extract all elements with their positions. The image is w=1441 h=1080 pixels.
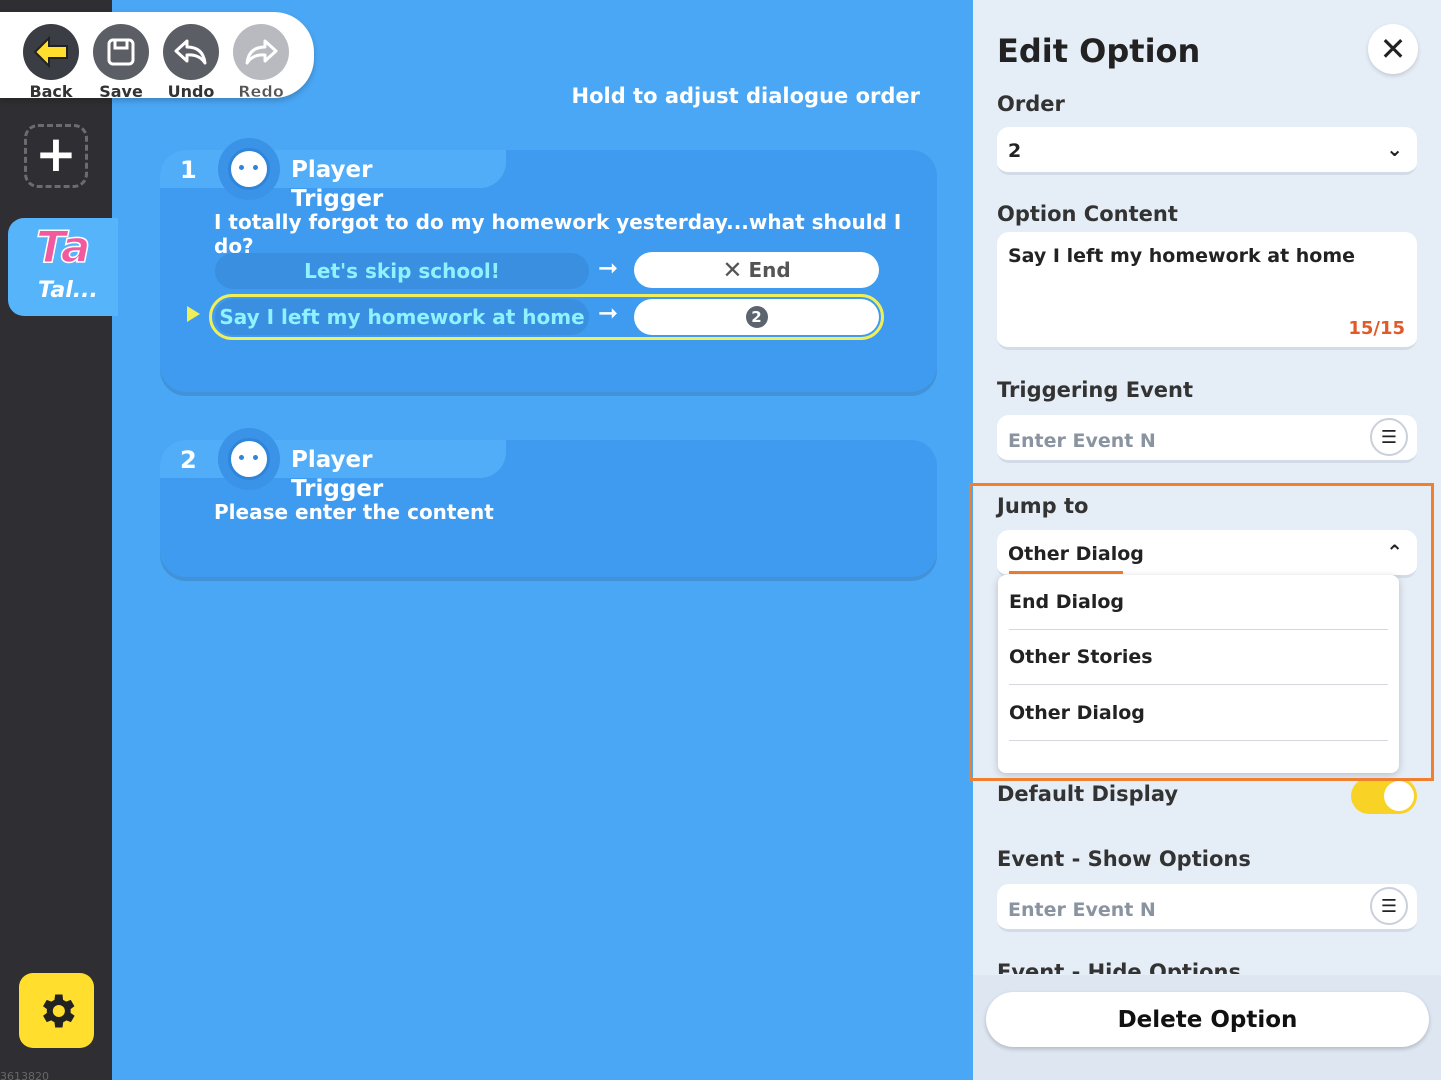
reorder-hint: Hold to adjust dialogue order xyxy=(571,84,921,108)
left-sidebar: + Ta Tal... 3613820 xyxy=(0,0,118,1080)
build-id: 3613820 xyxy=(0,1070,49,1080)
option-1-target[interactable]: ✕ End xyxy=(634,252,879,288)
option-2-target-badge: 2 xyxy=(745,306,768,328)
top-toolbar: Back Save Undo Redo xyxy=(0,12,314,101)
delete-option-label: Delete Option xyxy=(1117,1006,1298,1033)
gear-icon xyxy=(42,994,75,1027)
story-tab[interactable]: Ta Tal... xyxy=(8,218,118,316)
order-value: 2 xyxy=(1008,140,1022,162)
order-label: Order xyxy=(997,92,1065,116)
content-value: Say I left my homework at home xyxy=(1008,245,1356,267)
option-2-label: Say I left my homework at home xyxy=(219,305,585,329)
save-button[interactable]: Save xyxy=(92,24,150,101)
back-label: Back xyxy=(29,82,73,101)
dialog-speaker-block: Player Trigger xyxy=(291,446,383,504)
save-label: Save xyxy=(99,82,143,101)
dialog-speaker: Player xyxy=(291,157,373,183)
arrow-right-icon: ➞ xyxy=(598,254,619,282)
selected-marker-icon xyxy=(187,306,200,322)
default-display-toggle[interactable] xyxy=(1351,778,1417,814)
save-icon xyxy=(107,38,135,66)
undo-button[interactable]: Undo xyxy=(162,24,220,101)
show-options-placeholder: Enter Event N xyxy=(1008,899,1156,921)
option-1-target-label: End xyxy=(748,258,791,282)
dialog-speaker: Player xyxy=(291,447,373,473)
hide-options-label: Event - Hide Options xyxy=(997,960,1241,974)
list-menu-icon[interactable]: ☰ xyxy=(1370,887,1408,925)
dialog-card-1[interactable]: 1 Player Trigger I totally forgot to do … xyxy=(160,138,937,392)
trigger-label: Triggering Event xyxy=(997,378,1193,402)
content-label: Option Content xyxy=(997,202,1178,226)
dialog-card-2[interactable]: 2 Player Trigger Please enter the conten… xyxy=(160,428,937,577)
show-options-input[interactable]: Enter Event N ☰ xyxy=(997,884,1417,932)
dialog-number: 2 xyxy=(180,446,197,474)
add-dialog-button[interactable]: + xyxy=(24,124,88,188)
x-icon: ✕ xyxy=(722,256,743,284)
settings-button[interactable] xyxy=(19,973,94,1048)
dialog-number: 1 xyxy=(180,156,197,184)
delete-option-button[interactable]: Delete Option xyxy=(986,992,1429,1047)
redo-icon xyxy=(245,39,278,65)
chevron-down-icon: ⌄ xyxy=(1386,137,1403,161)
content-textarea[interactable]: Say I left my homework at home 15/15 xyxy=(997,232,1417,350)
undo-icon xyxy=(174,39,207,65)
panel-title: Edit Option xyxy=(997,32,1201,70)
plus-icon: + xyxy=(35,125,77,183)
default-display-label: Default Display xyxy=(997,782,1179,806)
dialog-text: Please enter the content xyxy=(214,500,494,524)
arrow-right-icon: ➞ xyxy=(598,299,619,327)
dialog-speaker-block: Player Trigger xyxy=(291,156,383,214)
option-2-target[interactable]: 2 xyxy=(634,299,879,335)
close-icon: ✕ xyxy=(1379,30,1407,68)
option-1[interactable]: Let's skip school! xyxy=(215,253,589,289)
list-menu-icon[interactable]: ☰ xyxy=(1370,418,1408,456)
back-arrow-icon xyxy=(33,35,68,69)
player-avatar-icon xyxy=(218,138,280,200)
trigger-event-input[interactable]: Enter Event N ☰ xyxy=(997,415,1417,463)
order-select[interactable]: 2 ⌄ xyxy=(997,127,1417,175)
redo-button[interactable]: Redo xyxy=(232,24,290,101)
undo-label: Undo xyxy=(167,82,215,101)
jump-to-highlight xyxy=(969,483,1434,781)
close-button[interactable]: ✕ xyxy=(1368,24,1418,74)
player-avatar-icon xyxy=(218,428,280,490)
redo-label: Redo xyxy=(238,82,284,102)
dialog-text: I totally forgot to do my homework yeste… xyxy=(214,210,902,258)
content-counter: 15/15 xyxy=(1348,318,1405,339)
option-1-label: Let's skip school! xyxy=(304,259,500,283)
story-tab-title: Ta xyxy=(35,221,91,274)
show-options-label: Event - Show Options xyxy=(997,847,1251,871)
back-button[interactable]: Back xyxy=(22,24,80,101)
option-2[interactable]: Say I left my homework at home xyxy=(215,299,589,335)
story-tab-subtitle: Tal... xyxy=(38,278,98,303)
trigger-placeholder: Enter Event N xyxy=(1008,430,1156,452)
